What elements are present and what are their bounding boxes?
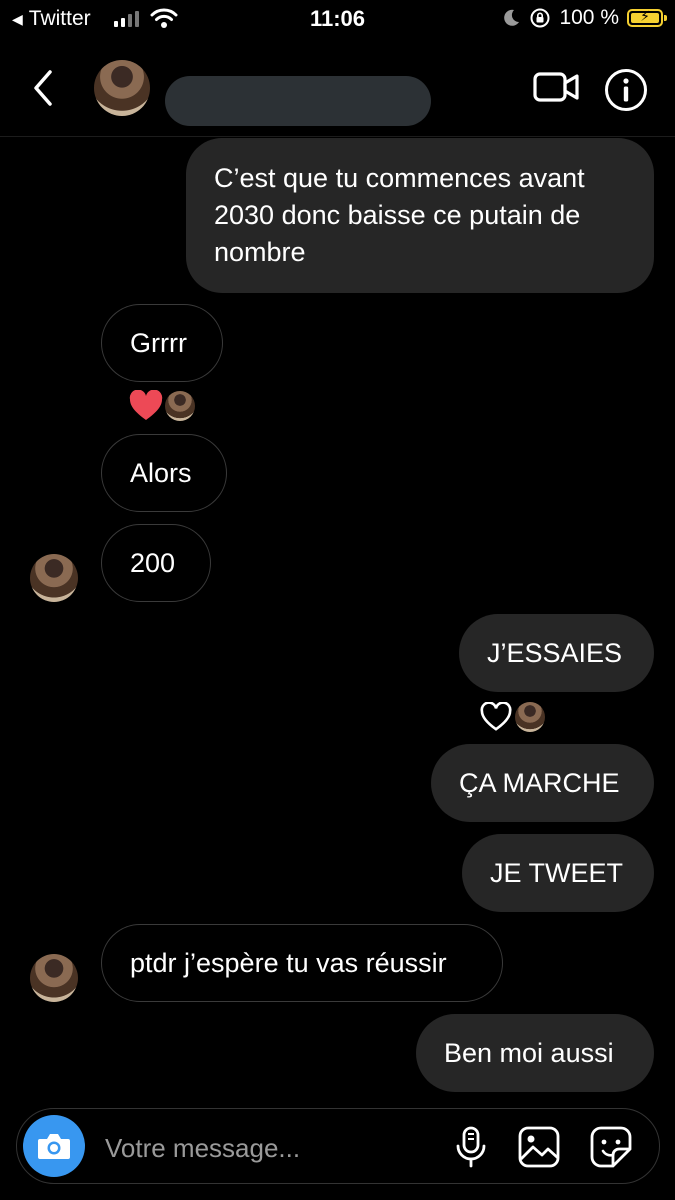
contact-avatar[interactable] xyxy=(94,60,150,116)
camera-icon xyxy=(38,1134,70,1159)
message-text: Grrrr xyxy=(130,327,187,358)
message-text: ptdr j’espère tu vas réussir xyxy=(130,947,447,978)
video-camera-icon[interactable] xyxy=(532,68,580,106)
chevron-left-icon[interactable] xyxy=(28,68,58,108)
outgoing-message[interactable]: Ben moi aussi xyxy=(416,1014,654,1092)
sticker-icon[interactable] xyxy=(589,1125,633,1169)
incoming-message[interactable]: Grrrr xyxy=(101,304,223,382)
contact-name-redacted[interactable] xyxy=(165,76,431,126)
microphone-icon[interactable] xyxy=(449,1125,493,1169)
battery-charging-icon: ⚡ xyxy=(627,8,667,27)
outgoing-message[interactable]: JE TWEET xyxy=(462,834,654,912)
message-text: ÇA MARCHE xyxy=(459,767,620,798)
message-text: Ben moi aussi xyxy=(444,1037,614,1068)
message-reaction[interactable] xyxy=(129,390,195,422)
red-heart-icon xyxy=(129,390,163,420)
sender-avatar[interactable] xyxy=(30,954,78,1002)
message-input[interactable] xyxy=(103,1129,447,1167)
status-bar: ◀ Twitter 11:06 100 % ⚡ xyxy=(0,0,675,38)
incoming-message[interactable]: ptdr j’espère tu vas réussir xyxy=(101,924,503,1002)
info-icon[interactable] xyxy=(604,68,648,112)
message-composer xyxy=(16,1108,660,1184)
outline-heart-icon xyxy=(480,702,512,731)
do-not-disturb-moon-icon xyxy=(504,9,520,26)
message-reaction[interactable] xyxy=(479,702,545,732)
battery-percent: 100 % xyxy=(559,6,619,29)
message-text: Alors xyxy=(130,457,192,488)
outgoing-message[interactable]: J’ESSAIES xyxy=(459,614,654,692)
gallery-icon[interactable] xyxy=(517,1125,561,1169)
reactor-avatar xyxy=(515,702,545,732)
message-text: C’est que tu commences avant 2030 donc b… xyxy=(214,163,585,267)
outgoing-message[interactable]: C’est que tu commences avant 2030 donc b… xyxy=(186,138,654,293)
message-text: J’ESSAIES xyxy=(487,637,623,668)
message-text: 200 xyxy=(130,547,176,578)
incoming-message[interactable]: Alors xyxy=(101,434,227,512)
outgoing-message[interactable]: ÇA MARCHE xyxy=(431,744,654,822)
chat-header xyxy=(0,40,675,137)
message-text: JE TWEET xyxy=(490,857,624,888)
reactor-avatar xyxy=(165,391,195,421)
camera-button[interactable] xyxy=(23,1115,85,1177)
incoming-message[interactable]: 200 xyxy=(101,524,211,602)
rotation-lock-icon xyxy=(530,8,550,28)
sender-avatar[interactable] xyxy=(30,554,78,602)
